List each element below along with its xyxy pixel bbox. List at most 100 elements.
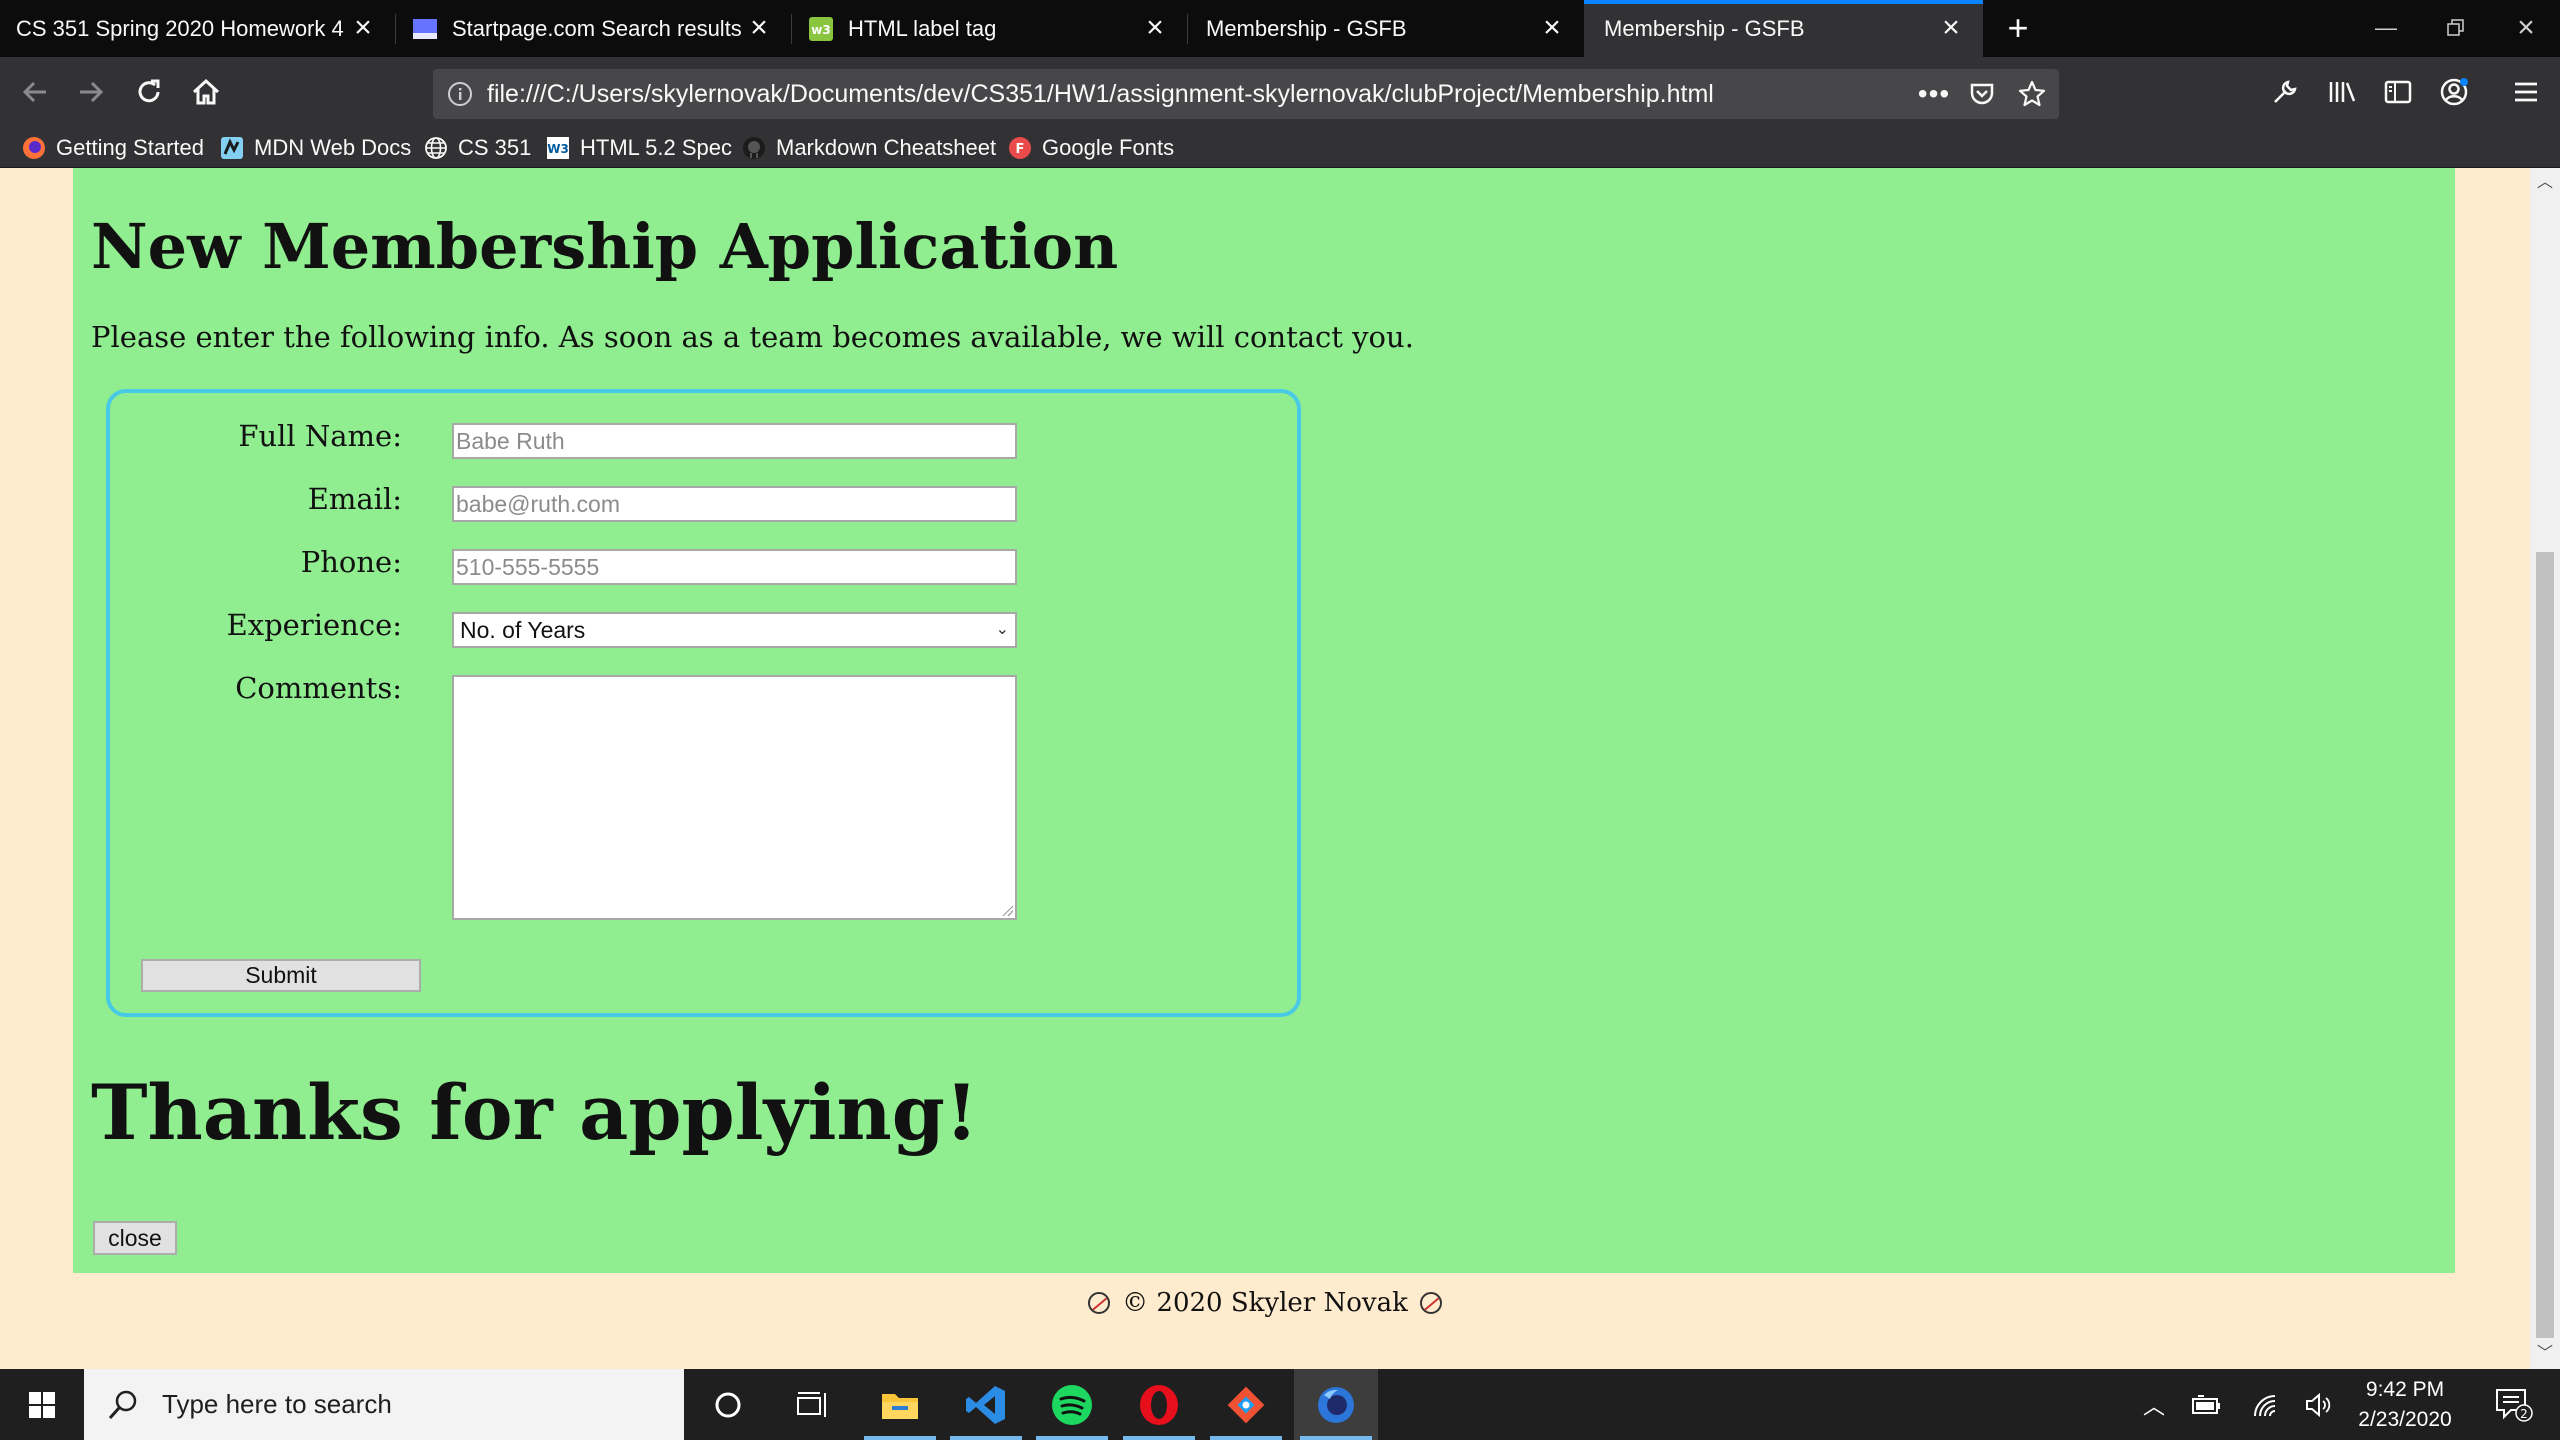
tab-title: Membership - GSFB	[1206, 15, 1407, 41]
volume-icon[interactable]	[2296, 1369, 2342, 1440]
bookmark-google-fonts[interactable]: F Google Fonts	[1008, 129, 1174, 167]
home-icon	[192, 78, 220, 105]
phone-label: Phone:	[300, 545, 402, 579]
restore-icon[interactable]	[2436, 8, 2476, 48]
full-name-label: Full Name:	[238, 419, 402, 453]
close-tab-icon[interactable]: ×	[1139, 12, 1171, 44]
bookmarks-toolbar: Getting Started MDN Web Docs CS 351 W3 H…	[0, 129, 2560, 168]
resize-grip-icon[interactable]	[1001, 904, 1013, 916]
task-view-button[interactable]	[770, 1369, 854, 1440]
new-tab-button[interactable]: +	[1997, 8, 2039, 50]
tab-title: HTML label tag	[848, 15, 997, 41]
opera-icon	[1140, 1384, 1178, 1425]
url-text[interactable]: file:///C:/Users/skylernovak/Documents/d…	[487, 69, 1714, 119]
close-button[interactable]: close	[93, 1221, 177, 1255]
taskbar-clock[interactable]: 9:42 PM 2/23/2020	[2340, 1375, 2470, 1435]
svg-text:F: F	[1016, 142, 1025, 157]
tab-membership-2[interactable]: Membership - GSFB ×	[1584, 0, 1983, 57]
developer-tools-icon[interactable]	[2263, 70, 2307, 114]
opera-button[interactable]	[1117, 1369, 1201, 1440]
taskbar-search-box[interactable]: Type here to search	[84, 1369, 684, 1440]
scroll-up-icon[interactable]: ︿	[2530, 168, 2560, 198]
svg-text:w3: w3	[811, 23, 830, 37]
search-icon	[108, 1390, 137, 1419]
firefox-taskbar-button[interactable]	[1294, 1369, 1378, 1440]
google-fonts-icon: F	[1009, 137, 1031, 159]
forward-button[interactable]	[68, 69, 114, 115]
back-arrow-icon	[22, 81, 46, 103]
cortana-button[interactable]	[686, 1369, 770, 1440]
close-tab-icon[interactable]: ×	[743, 12, 775, 44]
spotify-button[interactable]	[1030, 1369, 1114, 1440]
bookmark-getting-started[interactable]: Getting Started	[22, 129, 204, 167]
membership-form: Full Name: Babe Ruth Email: babe@ruth.co…	[106, 389, 1301, 1017]
action-center-button[interactable]: 2	[2484, 1369, 2544, 1440]
phone-input[interactable]: 510-555-5555	[452, 549, 1017, 585]
bookmark-html-spec[interactable]: W3 HTML 5.2 Spec	[546, 129, 732, 167]
page-actions-icon[interactable]: •••	[1917, 77, 1951, 111]
gitkraken-button[interactable]	[1204, 1369, 1288, 1440]
scroll-down-icon[interactable]: ﹀	[2530, 1339, 2560, 1369]
tab-homework[interactable]: CS 351 Spring 2020 Homework 4 ×	[0, 0, 395, 57]
close-window-icon[interactable]: ×	[2506, 8, 2546, 48]
baseball-icon	[1087, 1292, 1110, 1314]
w3schools-icon: w3	[809, 16, 833, 41]
file-explorer-button[interactable]	[858, 1369, 942, 1440]
pocket-icon[interactable]	[1965, 77, 1999, 111]
page-title: New Membership Application	[91, 210, 1119, 283]
bookmark-markdown[interactable]: Markdown Cheatsheet	[742, 129, 996, 167]
close-tab-icon[interactable]: ×	[347, 12, 379, 44]
wifi-icon[interactable]	[2240, 1369, 2292, 1440]
tab-strip: CS 351 Spring 2020 Homework 4 × Startpag…	[0, 0, 2560, 57]
library-icon[interactable]	[2320, 70, 2364, 114]
main-content: New Membership Application Please enter …	[73, 168, 2455, 1273]
account-icon[interactable]	[2432, 70, 2476, 114]
chevron-down-icon: ⌄	[995, 621, 1009, 638]
bookmark-label: Google Fonts	[1042, 135, 1175, 160]
experience-selected-value: No. of Years	[460, 617, 586, 643]
firefox-icon	[1318, 1386, 1354, 1423]
close-tab-icon[interactable]: ×	[1536, 12, 1568, 44]
bookmark-label: MDN Web Docs	[254, 135, 412, 160]
scrollbar-thumb[interactable]	[2536, 552, 2554, 1338]
back-button[interactable]	[12, 69, 58, 115]
email-input[interactable]: babe@ruth.com	[452, 486, 1017, 522]
close-tab-icon[interactable]: ×	[1935, 12, 1967, 44]
submit-button[interactable]: Submit	[141, 959, 421, 992]
notification-icon: 2	[2496, 1388, 2533, 1422]
reload-icon	[138, 79, 160, 103]
bookmark-star-icon[interactable]	[2015, 77, 2049, 111]
show-hidden-icons-chevron-icon[interactable]: ︿	[2136, 1369, 2172, 1440]
tab-startpage[interactable]: Startpage.com Search results ×	[396, 0, 791, 57]
vscode-icon	[966, 1385, 1005, 1424]
comments-label: Comments:	[235, 671, 402, 705]
windows-logo-icon	[29, 1391, 55, 1418]
vertical-scrollbar[interactable]: ︿ ﹀	[2530, 168, 2560, 1369]
battery-icon[interactable]	[2180, 1369, 2232, 1440]
firefox-icon	[23, 137, 45, 159]
cortana-icon	[715, 1392, 741, 1417]
vscode-button[interactable]	[944, 1369, 1028, 1440]
comments-textarea[interactable]	[452, 675, 1017, 920]
full-name-input[interactable]: Babe Ruth	[452, 423, 1017, 459]
address-bar[interactable]: file:///C:/Users/skylernovak/Documents/d…	[433, 69, 2059, 119]
tab-membership-1[interactable]: Membership - GSFB ×	[1188, 0, 1584, 57]
bookmark-cs351[interactable]: CS 351	[424, 129, 531, 167]
globe-icon	[425, 137, 447, 159]
spotify-icon	[1052, 1384, 1092, 1425]
copyright-text: © 2020 Skyler Novak	[1122, 1288, 1408, 1318]
menu-icon[interactable]	[2504, 70, 2548, 114]
tab-html-label[interactable]: w3 HTML label tag ×	[792, 0, 1187, 57]
email-label: Email:	[307, 482, 402, 516]
experience-select[interactable]: No. of Years ⌄	[452, 612, 1017, 648]
home-button[interactable]	[183, 69, 229, 115]
sidebar-icon[interactable]	[2376, 70, 2420, 114]
intro-text: Please enter the following info. As soon…	[91, 320, 1414, 354]
start-button[interactable]	[0, 1369, 84, 1440]
minimize-icon[interactable]: —	[2366, 8, 2406, 48]
bookmark-mdn[interactable]: MDN Web Docs	[220, 129, 411, 167]
info-icon[interactable]	[447, 81, 473, 107]
experience-label: Experience:	[226, 608, 402, 642]
reload-button[interactable]	[126, 69, 172, 115]
w3c-icon: W3	[547, 137, 569, 159]
